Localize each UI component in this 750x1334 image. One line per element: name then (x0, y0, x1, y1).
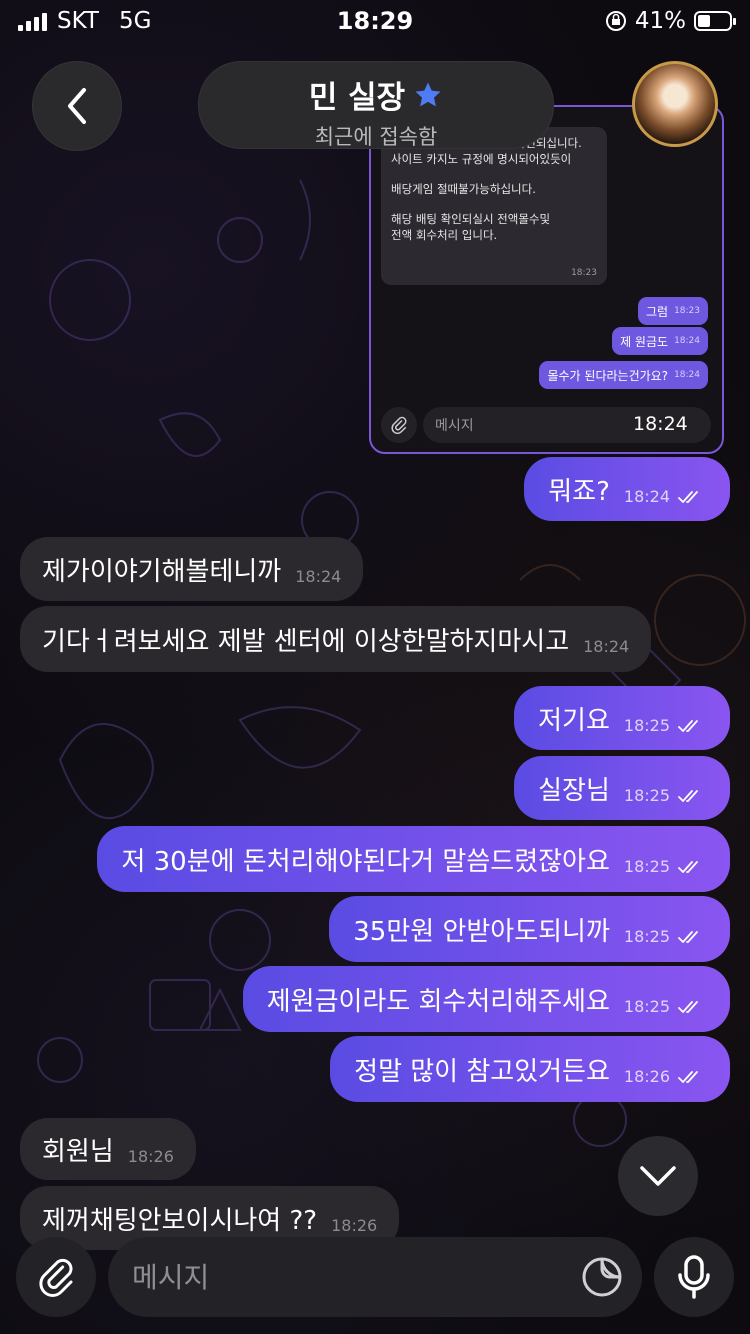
outgoing-message[interactable]: 35만원 안받아도되니까 18:25 (329, 896, 730, 962)
embedded-text-line: 전액 회수처리 입니다. (391, 228, 498, 242)
read-receipt-icon (678, 851, 704, 881)
embedded-out-time: 18:24 (674, 336, 700, 346)
embedded-overlay-time: 18:24 (633, 413, 688, 435)
voice-record-button[interactable] (654, 1237, 734, 1317)
message-input[interactable] (108, 1259, 554, 1295)
star-icon (415, 82, 441, 106)
message-time: 18:25 (623, 715, 670, 735)
message-text: 회원님 (42, 1136, 114, 1167)
outgoing-message[interactable]: 뭐죠? 18:24 (524, 457, 730, 521)
message-text: 정말 많이 참고있거든요 (354, 1056, 610, 1087)
read-receipt-icon (678, 780, 704, 810)
embedded-out-text: 몰수가 된다라는건가요? (547, 368, 669, 383)
embedded-message-time: 18:23 (571, 268, 597, 278)
embedded-out-time: 18:23 (674, 306, 700, 316)
message-text: 저 30분에 돈처리해야된다거 말씀드렸잖아요 (121, 846, 610, 877)
orientation-lock-icon (605, 11, 626, 31)
message-text: 35만원 안받아도되니까 (353, 916, 610, 947)
outgoing-message[interactable]: 실장님 18:25 (514, 756, 730, 820)
paperclip-icon (39, 1258, 73, 1297)
chevron-left-icon (68, 88, 86, 124)
message-time: 18:24 (583, 636, 630, 656)
read-receipt-icon (678, 710, 704, 740)
embedded-outgoing-message: 몰수가 된다라는건가요? 18:24 (539, 361, 708, 389)
outgoing-message[interactable]: 제원금이라도 회수처리해주세요 18:25 (242, 966, 730, 1032)
embedded-out-text: 그럼 (645, 304, 669, 319)
chevron-down-icon (640, 1166, 676, 1186)
message-time: 18:25 (623, 856, 670, 876)
incoming-message[interactable]: 제가이야기해볼테니까 18:24 (20, 537, 364, 601)
incoming-message[interactable]: 기다ㅓ려보세요 제발 센터에 이상한말하지마시고 18:24 (20, 606, 652, 672)
message-time: 18:26 (331, 1215, 378, 1235)
message-text: 뭐죠? (548, 476, 610, 507)
chat-title: 민 실장 (308, 80, 406, 116)
embedded-text-line: 해당 배팅 확인되실시 전액몰수및 (391, 212, 551, 226)
message-time: 18:26 (127, 1146, 174, 1166)
message-text: 제가이야기해볼테니까 (42, 556, 282, 587)
read-receipt-icon (678, 991, 704, 1021)
avatar[interactable] (632, 61, 718, 147)
message-time: 18:24 (623, 486, 670, 506)
message-input-container[interactable] (108, 1237, 642, 1317)
battery-icon (694, 11, 736, 31)
read-receipt-icon (678, 921, 704, 951)
embedded-out-text: 제 원금도 (620, 334, 669, 349)
status-bar: SKT 5G 18:29 41% (0, 0, 750, 44)
message-text: 저기요 (538, 705, 610, 736)
message-text: 제꺼채팅안보이시나여 ?? (42, 1205, 318, 1236)
embedded-paperclip-icon (381, 407, 417, 443)
outgoing-message[interactable]: 저기요 18:25 (514, 686, 730, 750)
embedded-text-line: 사이트 카지노 규정에 명시되어있듯이 (391, 152, 572, 166)
message-time: 18:25 (623, 996, 670, 1016)
attach-button[interactable] (16, 1237, 96, 1317)
message-time: 18:25 (623, 785, 670, 805)
embedded-outgoing-message: 그럼 18:23 (637, 297, 708, 325)
back-button[interactable] (32, 61, 122, 151)
outgoing-message[interactable]: 정말 많이 참고있거든요 18:26 (330, 1036, 730, 1102)
last-seen-status: 최근에 접속함 (314, 125, 438, 149)
battery-percent: 41% (634, 8, 686, 34)
embedded-outgoing-message: 제 원금도 18:24 (612, 327, 708, 355)
message-text: 기다ㅓ려보세요 제발 센터에 이상한말하지마시고 (42, 626, 570, 657)
read-receipt-icon (678, 1061, 704, 1091)
message-text: 제원금이라도 회수처리해주세요 (266, 986, 610, 1017)
message-time: 18:24 (295, 566, 342, 586)
read-receipt-icon (678, 481, 704, 511)
embedded-screenshot-image[interactable]: 배당게임 이용하신것으로 확인되십니다. 사이트 카지노 규정에 명시되어있듯이… (369, 105, 724, 454)
message-time: 18:25 (623, 926, 670, 946)
outgoing-message[interactable]: 저 30분에 돈처리해야된다거 말씀드렸잖아요 18:25 (97, 826, 730, 892)
message-time: 18:26 (623, 1066, 670, 1086)
sticker-icon[interactable] (580, 1255, 624, 1299)
message-text: 실장님 (538, 775, 610, 806)
chat-title-pill[interactable]: 민 실장 최근에 접속함 (198, 61, 554, 149)
incoming-message[interactable]: 회원님 18:26 (20, 1118, 196, 1180)
embedded-text-line: 배당게임 절때불가능하십니다. (391, 182, 536, 196)
embedded-out-time: 18:24 (674, 370, 700, 380)
microphone-icon (678, 1255, 710, 1299)
scroll-to-bottom-button[interactable] (618, 1136, 698, 1216)
